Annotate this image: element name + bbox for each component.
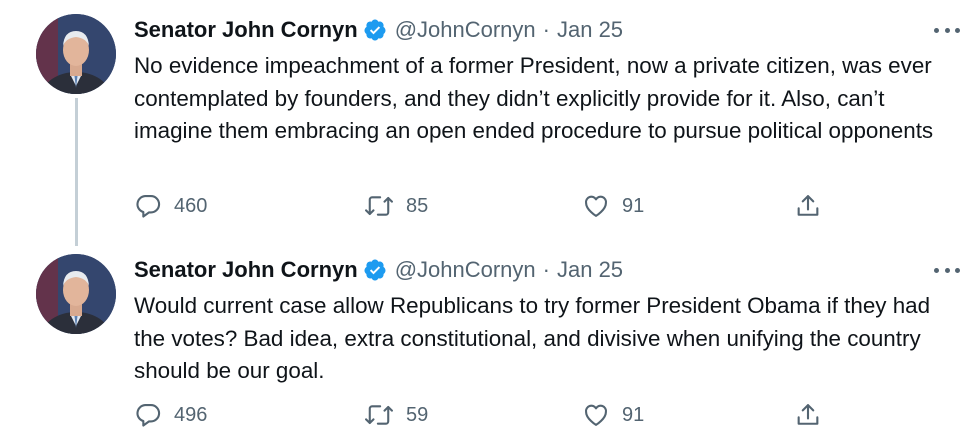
- separator-dot: ·: [542, 17, 550, 42]
- separator-dot: ·: [542, 257, 550, 282]
- share-icon: [797, 404, 819, 425]
- author-name[interactable]: Senator John Cornyn: [134, 257, 358, 283]
- more-options-icon[interactable]: [934, 18, 960, 42]
- heart-icon: [585, 404, 607, 426]
- verified-badge-icon: [363, 258, 387, 282]
- tweet-date[interactable]: Jan 25: [557, 17, 623, 43]
- tweet-actions: 496 59 91: [134, 400, 834, 430]
- thread-connector-line: [75, 98, 78, 246]
- reply-count: 460: [174, 194, 208, 217]
- reply-icon: [136, 195, 161, 218]
- verified-badge-icon: [363, 18, 387, 42]
- reply-icon: [136, 404, 161, 427]
- reply-button[interactable]: 496: [134, 400, 207, 430]
- avatar[interactable]: [36, 254, 116, 334]
- share-button[interactable]: [794, 400, 822, 430]
- retweet-icon: [365, 196, 393, 216]
- avatar[interactable]: [36, 14, 116, 94]
- like-count: 91: [622, 194, 645, 217]
- reply-button[interactable]: 460: [134, 191, 207, 221]
- tweet[interactable]: Senator John Cornyn @JohnCornyn · Jan 25…: [0, 240, 980, 444]
- heart-icon: [585, 195, 607, 217]
- author-name[interactable]: Senator John Cornyn: [134, 17, 358, 43]
- tweet-date[interactable]: Jan 25: [557, 257, 623, 283]
- author-handle[interactable]: @JohnCornyn: [395, 257, 536, 283]
- share-button[interactable]: [794, 191, 822, 221]
- retweet-icon: [365, 405, 393, 425]
- retweet-count: 59: [406, 403, 429, 426]
- like-count: 91: [622, 403, 645, 426]
- tweet-text: Would current case allow Republicans to …: [134, 293, 931, 383]
- tweet-header: Senator John Cornyn @JohnCornyn · Jan 25: [134, 14, 623, 46]
- share-icon: [797, 195, 819, 216]
- tweet-header: Senator John Cornyn @JohnCornyn · Jan 25: [134, 254, 623, 286]
- retweet-count: 85: [406, 194, 429, 217]
- tweet-actions: 460 85 91: [134, 191, 834, 221]
- author-handle[interactable]: @JohnCornyn: [395, 17, 536, 43]
- retweet-button[interactable]: 59: [364, 400, 428, 430]
- retweet-button[interactable]: 85: [364, 191, 428, 221]
- more-options-icon[interactable]: [934, 258, 960, 282]
- like-button[interactable]: 91: [582, 400, 644, 430]
- like-button[interactable]: 91: [582, 191, 644, 221]
- reply-count: 496: [174, 403, 208, 426]
- avatar-image: [36, 14, 116, 94]
- tweet[interactable]: Senator John Cornyn @JohnCornyn · Jan 25…: [0, 0, 980, 246]
- avatar-image: [36, 254, 116, 334]
- tweet-text: No evidence impeachment of a former Pres…: [134, 53, 934, 143]
